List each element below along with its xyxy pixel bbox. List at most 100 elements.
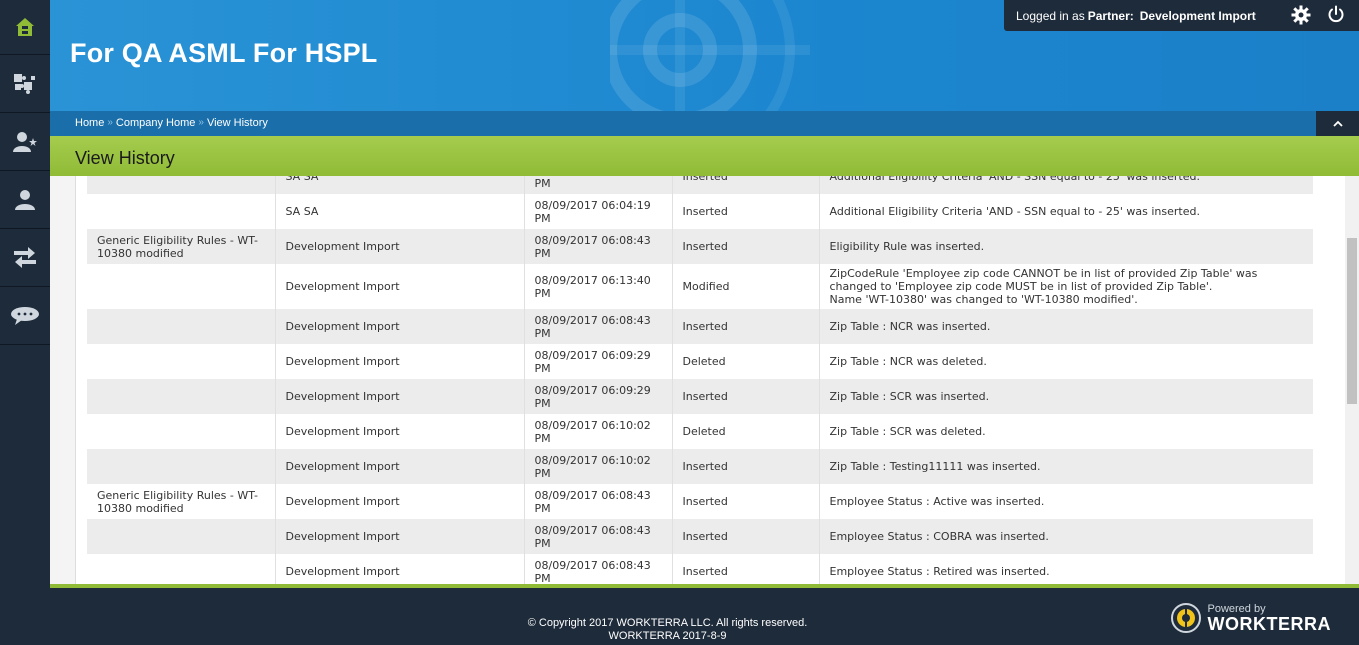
description-cell: Additional Eligibility Criteria 'AND - S… — [829, 205, 1200, 218]
page-scrollbar[interactable] — [1345, 176, 1359, 584]
sidebar-item-user[interactable] — [0, 171, 50, 229]
object-cell — [87, 344, 276, 379]
header-decoration — [610, 0, 810, 111]
user-cell: Development Import — [275, 344, 525, 379]
brand-name: WORKTERRA — [1207, 614, 1331, 634]
object-cell — [87, 519, 276, 554]
date-cell: 08/09/2017 06:04:19 PM — [524, 194, 673, 229]
date-cell: 08/09/2017 06:08:43 PM — [524, 229, 673, 264]
version-text: WORKTERRA 2017-8-9 — [608, 630, 727, 642]
app-header: For QA ASML For HSPL Logged in as Partne… — [50, 0, 1359, 111]
table-row: Development Import 08/09/2017 06:09:29 PM… — [87, 344, 1313, 379]
page-title-bar: View History — [50, 136, 1359, 176]
action-cell: Inserted — [672, 309, 820, 344]
table-row: Development Import 08/09/2017 06:10:02 PM… — [87, 449, 1313, 484]
workterra-brand: Powered by WORKTERRA — [1170, 602, 1332, 634]
chat-icon — [11, 306, 39, 325]
collapse-header-button[interactable] — [1316, 111, 1359, 136]
page-footer: © Copyright 2017 WORKTERRA LLC. All righ… — [50, 584, 1359, 645]
table-row: Development Import 08/09/2017 06:08:43 PM… — [87, 519, 1313, 554]
scrollbar-thumb[interactable] — [1347, 238, 1357, 404]
breadcrumb-view-history: View History — [206, 117, 268, 129]
description-cell: Zip Table : SCR was inserted. — [819, 379, 1313, 414]
action-cell: Inserted — [672, 554, 820, 584]
action-cell: Inserted — [672, 519, 820, 554]
login-text: Logged in as — [1016, 8, 1085, 23]
power-icon[interactable] — [1327, 5, 1345, 23]
transfer-icon — [14, 246, 36, 268]
action-cell: Inserted — [672, 449, 820, 484]
description-cell: Employee Status : Retired was inserted. — [829, 565, 1050, 578]
history-table: SA SA08/09/2017 06:04:19 PMInsertedAddit… — [87, 176, 1313, 584]
description-cell: Zip Table : SCR was deleted. — [829, 425, 986, 438]
breadcrumb-home[interactable]: Home — [75, 117, 104, 129]
object-cell: Generic Eligibility Rules - WT-10380 mod… — [87, 229, 276, 264]
object-cell — [87, 449, 276, 484]
app-title: For QA ASML For HSPL — [70, 38, 378, 68]
table-row: Generic Eligibility Rules - WT-10380 mod… — [87, 484, 1313, 519]
description-cell: Employee Status : Active was inserted. — [829, 495, 1045, 508]
object-cell — [87, 414, 276, 449]
main-content: SA SA08/09/2017 06:04:19 PMInsertedAddit… — [50, 176, 1345, 584]
partner-label: Partner: — [1087, 8, 1134, 23]
workterra-logo-icon — [1170, 603, 1201, 633]
object-cell — [87, 176, 276, 194]
description-line: Name 'WT-10380' was changed to 'WT-10380… — [829, 293, 1138, 306]
date-cell: 08/09/2017 06:08:43 PM — [524, 309, 673, 344]
date-cell: 08/09/2017 06:08:43 PM — [524, 519, 673, 554]
sidebar-item-home[interactable] — [0, 0, 50, 55]
copyright: © Copyright 2017 WORKTERRA LLC. All righ… — [50, 617, 1285, 643]
sidebar-item-transfer[interactable] — [0, 229, 50, 287]
action-cell: Modified — [672, 264, 820, 309]
sidebar-item-plugins[interactable] — [0, 55, 50, 113]
login-status: Logged in as Partner: Development Import — [1004, 0, 1359, 31]
table-row: Generic Eligibility Rules - WT-10380 mod… — [87, 229, 1313, 264]
user-cell: Development Import — [275, 264, 525, 309]
description-cell: Zip Table : NCR was deleted. — [829, 355, 987, 368]
table-row: Development Import 08/09/2017 06:10:02 PM… — [87, 414, 1313, 449]
home-icon — [16, 18, 34, 36]
object-cell — [87, 554, 276, 584]
object-cell — [87, 264, 276, 309]
object-cell — [87, 379, 276, 414]
partner-name: Development Import — [1139, 8, 1256, 23]
date-cell: 08/09/2017 06:13:40 PM — [524, 264, 673, 309]
user-cell: Development Import — [275, 519, 525, 554]
user-icon — [15, 189, 35, 210]
description-cell: ZipCodeRule 'Employee zip code CANNOT be… — [819, 264, 1313, 309]
table-row: Development Import 08/09/2017 06:09:29 PM… — [87, 379, 1313, 414]
object-cell: Generic Eligibility Rules - WT-10380 mod… — [87, 484, 276, 519]
description-cell: Zip Table : Testing11111 was inserted. — [819, 449, 1313, 484]
copyright-text: © Copyright 2017 WORKTERRA LLC. All righ… — [527, 617, 808, 629]
description-line: ZipCodeRule 'Employee zip code CANNOT be… — [829, 267, 1258, 293]
action-cell: Inserted — [672, 229, 820, 264]
sidebar-item-users-admin[interactable] — [0, 113, 50, 171]
breadcrumb: Home » Company Home » View History — [75, 117, 268, 129]
table-row: SA SA08/09/2017 06:04:19 PMInserted Addit… — [87, 194, 1313, 229]
gear-icon[interactable] — [1291, 5, 1311, 25]
user-cell: Development Import — [275, 554, 525, 584]
left-sidebar — [0, 0, 50, 645]
action-cell: Inserted — [672, 194, 820, 229]
breadcrumb-separator: » — [107, 117, 113, 128]
object-cell — [87, 309, 276, 344]
page-title: View History — [75, 148, 175, 168]
breadcrumb-separator: » — [198, 117, 204, 128]
action-cell: Inserted — [672, 379, 820, 414]
table-row: Development Import 08/09/2017 06:13:40 PM… — [87, 264, 1313, 309]
date-cell: 08/09/2017 06:10:02 PM — [524, 414, 673, 449]
user-cell: Development Import — [275, 229, 525, 264]
date-cell: 08/09/2017 06:04:19 PM — [524, 176, 673, 194]
action-cell: Inserted — [672, 484, 820, 519]
user-star-icon — [13, 131, 37, 152]
user-cell: Development Import — [275, 414, 525, 449]
table-row: Development Import 08/09/2017 06:08:43 PM… — [87, 554, 1313, 584]
breadcrumb-company-home[interactable]: Company Home — [116, 117, 195, 129]
action-cell: Deleted — [672, 414, 820, 449]
history-panel: SA SA08/09/2017 06:04:19 PMInsertedAddit… — [75, 176, 1345, 584]
date-cell: 08/09/2017 06:09:29 PM — [524, 344, 673, 379]
user-cell: Development Import — [275, 379, 525, 414]
date-cell: 08/09/2017 06:09:29 PM — [524, 379, 673, 414]
sidebar-item-messages[interactable] — [0, 287, 50, 345]
user-cell: SA SA — [275, 194, 525, 229]
